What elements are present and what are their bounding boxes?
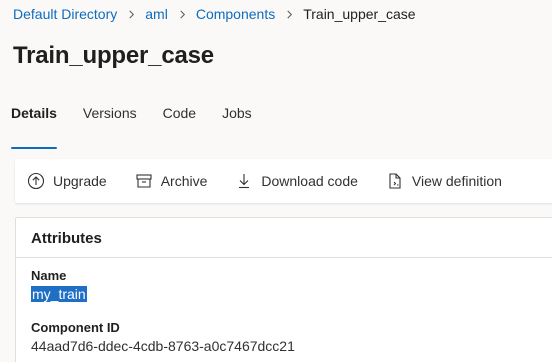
name-value-wrapper: my_train (31, 286, 87, 302)
arrow-up-circle-icon (27, 172, 45, 190)
breadcrumb: Default Directory aml Components Train_u… (13, 5, 416, 23)
view-definition-label: View definition (411, 173, 502, 189)
download-code-button[interactable]: Download code (235, 172, 358, 190)
breadcrumb-aml[interactable]: aml (145, 6, 168, 22)
download-code-label: Download code (261, 173, 358, 189)
command-bar: Upgrade Archive Download code View defin… (15, 159, 552, 203)
page-title: Train_upper_case (13, 42, 214, 69)
component-id-label: Component ID (31, 320, 120, 335)
archive-label: Archive (160, 173, 208, 189)
attributes-header: Attributes (16, 218, 552, 258)
chevron-right-icon (178, 10, 187, 19)
component-id-value[interactable]: 44aad7d6-ddec-4cdb-8763-a0c7467dcc21 (31, 338, 295, 354)
upgrade-button[interactable]: Upgrade (27, 172, 107, 190)
upgrade-label: Upgrade (53, 173, 107, 189)
tab-jobs[interactable]: Jobs (222, 104, 252, 136)
breadcrumb-components[interactable]: Components (196, 6, 275, 22)
attributes-card: Attributes Name my_train Component ID 44… (15, 217, 552, 362)
name-label: Name (31, 268, 67, 283)
breadcrumb-current: Train_upper_case (303, 6, 416, 22)
breadcrumb-default-directory[interactable]: Default Directory (13, 6, 117, 22)
archive-button[interactable]: Archive (135, 172, 208, 190)
component-details-page: Default Directory aml Components Train_u… (0, 0, 552, 362)
chevron-right-icon (127, 10, 136, 19)
download-icon (239, 174, 250, 189)
tab-versions[interactable]: Versions (83, 104, 137, 136)
name-value[interactable]: my_train (31, 286, 87, 302)
view-definition-button[interactable]: View definition (386, 172, 502, 190)
tab-code[interactable]: Code (163, 104, 196, 136)
tab-list: Details Versions Code Jobs (11, 104, 278, 149)
chevron-right-icon (285, 10, 294, 19)
tab-details[interactable]: Details (11, 104, 57, 149)
document-code-icon (389, 173, 401, 189)
archive-icon (136, 174, 152, 188)
